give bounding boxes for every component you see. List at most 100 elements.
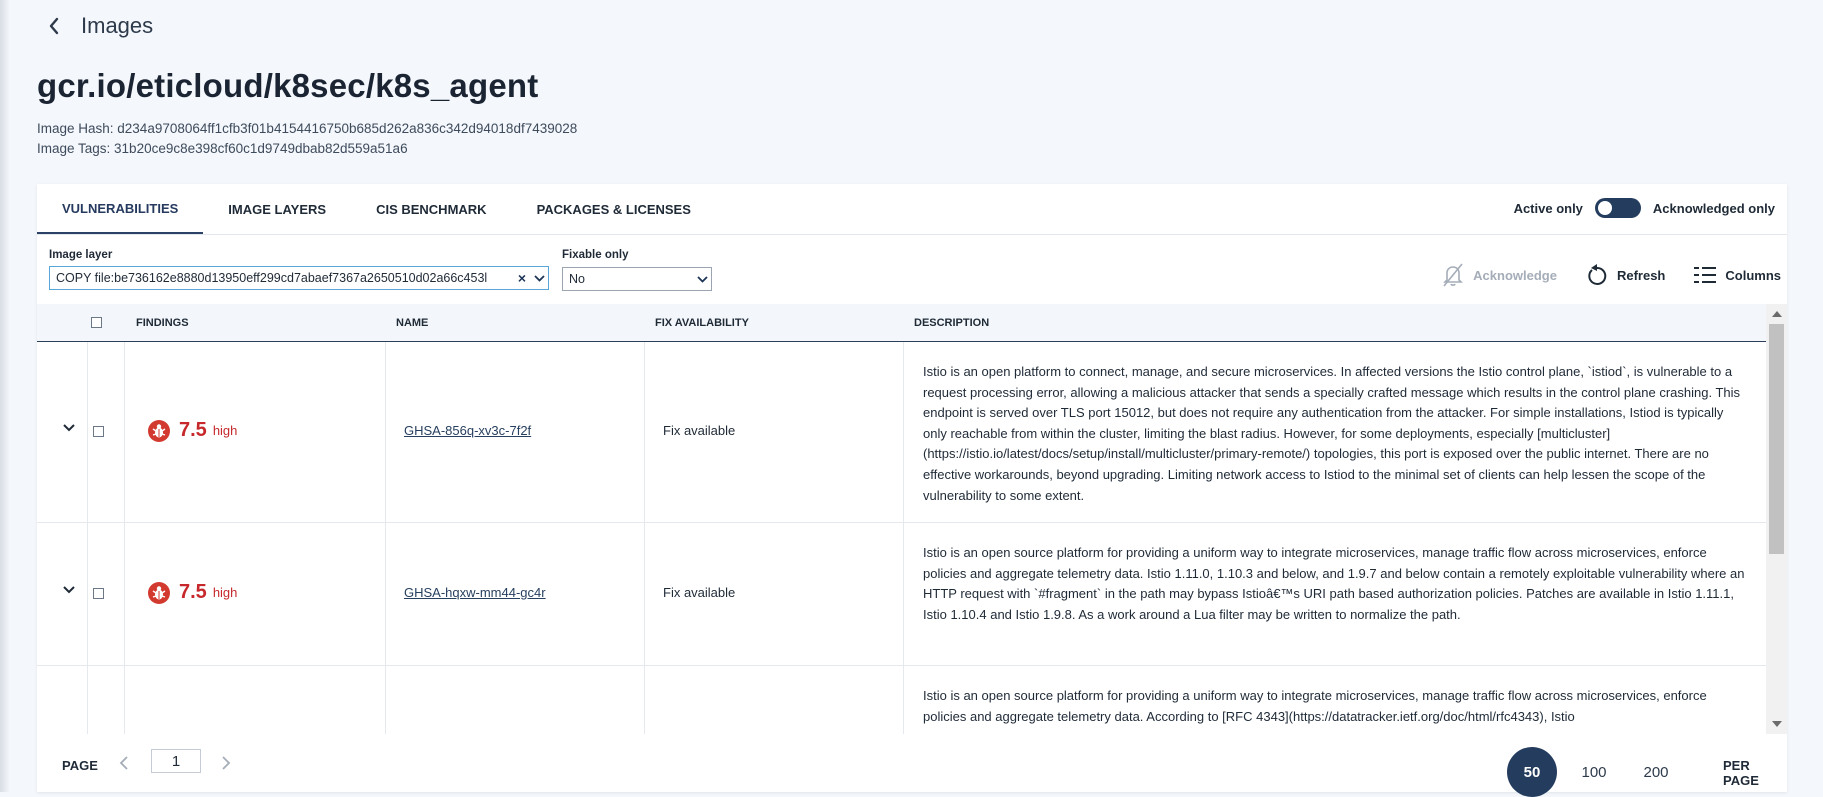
- severity-label: high: [212, 585, 238, 600]
- expand-row-button[interactable]: [63, 424, 75, 432]
- table-row[interactable]: 7.5 high GHSA-856q-xv3c-7f2f Fix availab…: [37, 342, 1766, 523]
- name-cell: GHSA-856q-xv3c-7f2f: [404, 423, 531, 438]
- scrollbar-thumb[interactable]: [1769, 324, 1784, 554]
- column-divider: [385, 342, 386, 522]
- refresh-button[interactable]: Refresh: [1585, 262, 1665, 288]
- columns-label: Columns: [1725, 267, 1781, 283]
- chevron-down-icon: [63, 424, 75, 432]
- vulnerability-table-body: 7.5 high GHSA-856q-xv3c-7f2f Fix availab…: [37, 342, 1766, 734]
- per-page-50[interactable]: 50: [1507, 747, 1557, 797]
- description-text: Istio is an open platform to connect, ma…: [923, 364, 1741, 503]
- columns-button[interactable]: Columns: [1693, 264, 1781, 286]
- row-select-cell: [93, 588, 104, 599]
- window-edge-shadow: [0, 0, 10, 792]
- column-findings[interactable]: FINDINGS: [136, 304, 189, 341]
- columns-icon: [1694, 267, 1717, 283]
- select-all-cell: [91, 304, 102, 341]
- previous-page-button[interactable]: [119, 756, 129, 775]
- page-title: gcr.io/eticloud/k8sec/k8s_agent: [37, 67, 539, 104]
- tabs-divider: [37, 234, 1787, 235]
- column-divider: [87, 523, 88, 665]
- column-description[interactable]: DESCRIPTION: [914, 304, 989, 341]
- expand-row-button[interactable]: [63, 586, 75, 594]
- severity-score: 7.5: [179, 581, 207, 603]
- vulnerability-link[interactable]: GHSA-856q-xv3c-7f2f: [404, 423, 531, 438]
- scroll-up-arrow-icon[interactable]: [1772, 311, 1782, 317]
- pagination: PAGE 1 50 100 200 PER PAGE: [37, 734, 1787, 797]
- ack-filter-toggle-group: Active only Acknowledged only: [1514, 198, 1775, 218]
- column-fix-availability[interactable]: FIX AVAILABILITY: [655, 304, 749, 341]
- column-divider: [87, 342, 88, 522]
- column-divider: [644, 342, 645, 522]
- page-label: PAGE: [62, 758, 98, 773]
- severity-label: high: [212, 423, 238, 438]
- fixable-only-label: Fixable only: [562, 249, 629, 261]
- refresh-label: Refresh: [1616, 267, 1666, 283]
- table-scrollbar[interactable]: [1766, 304, 1787, 734]
- bug-icon: [148, 581, 170, 604]
- finding-cell: 7.5 high: [148, 581, 237, 604]
- column-divider: [385, 523, 386, 665]
- image-layer-label: Image layer: [49, 249, 113, 261]
- acknowledge-button[interactable]: Acknowledge: [1441, 262, 1557, 288]
- column-divider: [903, 666, 904, 734]
- column-divider: [644, 666, 645, 734]
- tab-packages-licenses[interactable]: PACKAGES & LICENSES: [512, 184, 716, 234]
- table-row[interactable]: Istio is an open source platform for pro…: [37, 666, 1766, 734]
- tab-cis-benchmark[interactable]: CIS BENCHMARK: [351, 184, 512, 234]
- fixable-only-value: No: [569, 272, 585, 286]
- refresh-icon: [1588, 264, 1607, 285]
- chevron-down-icon[interactable]: [530, 274, 548, 282]
- column-divider: [124, 342, 125, 522]
- fixable-only-select[interactable]: No: [562, 267, 712, 291]
- bug-icon: [148, 419, 170, 442]
- chevron-down-icon: [693, 275, 711, 283]
- acknowledge-label: Acknowledge: [1473, 267, 1557, 283]
- select-all-checkbox[interactable]: [91, 317, 102, 328]
- row-checkbox[interactable]: [93, 426, 104, 437]
- column-divider: [903, 342, 904, 522]
- name-cell: GHSA-hqxw-mm44-gc4r: [404, 585, 546, 600]
- image-layer-value: COPY file:be736162e8880d13950eff299cd7ab…: [56, 271, 488, 285]
- table-row[interactable]: 7.5 high GHSA-hqxw-mm44-gc4r Fix availab…: [37, 523, 1766, 666]
- image-layer-select[interactable]: COPY file:be736162e8880d13950eff299cd7ab…: [49, 266, 549, 290]
- clear-icon[interactable]: ×: [514, 270, 530, 286]
- image-tags: Image Tags: 31b20ce9c8e398cf60c1d9749dba…: [37, 141, 408, 156]
- next-page-button[interactable]: [221, 756, 231, 775]
- per-page-100[interactable]: 100: [1569, 747, 1619, 797]
- page-number-input[interactable]: 1: [151, 749, 201, 773]
- per-page-200[interactable]: 200: [1631, 747, 1681, 797]
- fix-cell: Fix available: [663, 423, 735, 438]
- column-divider: [124, 523, 125, 665]
- column-divider: [87, 666, 88, 734]
- breadcrumb-images[interactable]: Images: [81, 13, 153, 39]
- table-header: FINDINGS NAME FIX AVAILABILITY DESCRIPTI…: [37, 304, 1766, 342]
- toggle-label-active: Active only: [1513, 200, 1583, 216]
- chevron-right-icon: [222, 756, 231, 770]
- row-checkbox[interactable]: [93, 588, 104, 599]
- column-name[interactable]: NAME: [396, 304, 428, 341]
- fix-availability-text: Fix available: [663, 423, 736, 438]
- description-text: Istio is an open source platform for pro…: [923, 545, 1745, 622]
- tab-bar: VULNERABILITIES IMAGE LAYERS CIS BENCHMA…: [37, 184, 716, 234]
- table-actions: Acknowledge Refresh Columns: [1413, 262, 1781, 288]
- tab-image-layers[interactable]: IMAGE LAYERS: [203, 184, 351, 234]
- column-divider: [644, 523, 645, 665]
- scroll-down-arrow-icon[interactable]: [1772, 721, 1782, 727]
- bell-off-icon: [1443, 263, 1464, 287]
- chevron-left-icon: [119, 756, 128, 770]
- column-divider: [903, 523, 904, 665]
- severity-score: 7.5: [179, 419, 207, 441]
- fix-cell: Fix available: [663, 585, 735, 600]
- row-select-cell: [93, 426, 104, 437]
- column-divider: [385, 666, 386, 734]
- toggle-label-acknowledged: Acknowledged only: [1652, 200, 1775, 216]
- chevron-down-icon: [63, 586, 75, 594]
- fix-availability-text: Fix available: [663, 585, 736, 600]
- vulnerabilities-panel: VULNERABILITIES IMAGE LAYERS CIS BENCHMA…: [37, 184, 1787, 797]
- tab-vulnerabilities[interactable]: VULNERABILITIES: [37, 184, 204, 234]
- active-acknowledged-toggle[interactable]: [1594, 198, 1641, 218]
- finding-cell: 7.5 high: [148, 419, 237, 442]
- vulnerability-link[interactable]: GHSA-hqxw-mm44-gc4r: [404, 585, 546, 600]
- back-button[interactable]: [44, 11, 64, 41]
